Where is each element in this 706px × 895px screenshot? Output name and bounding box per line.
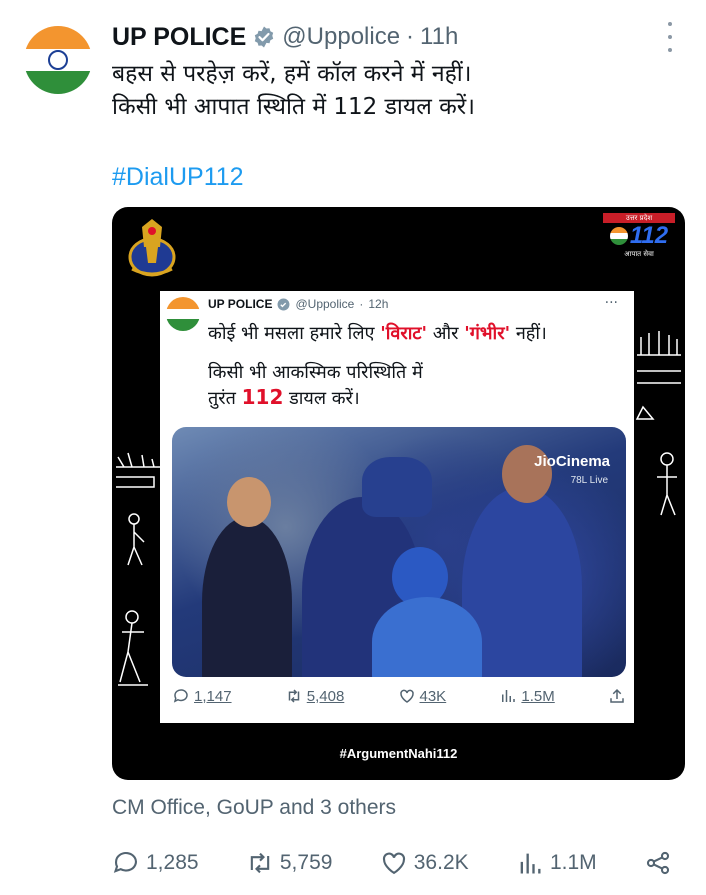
embedded-text-highlight-gambhir: 'गंभीर' [464, 323, 511, 344]
embedded-separator: · [359, 297, 364, 311]
embedded-share-icon [610, 688, 624, 703]
embedded-views: 1.5M [499, 687, 555, 705]
tweet-text-line-2: किसी भी आपात स्थिति में 112 डायल करें। [112, 94, 475, 120]
embedded-views-icon [502, 690, 516, 702]
embedded-text-lines-2-3: किसी भी आकस्मिक परिस्थिति में तुरंत 112 … [208, 361, 423, 411]
embedded-text-line-3: तुरंत 112 डायल करें। [208, 385, 423, 411]
reply-count: 1,285 [146, 851, 199, 874]
embedded-tweet-header: UP POLICE @Uppolice · 12h [208, 297, 388, 311]
like-count: 36.2K [413, 851, 469, 874]
views-count: 1.1M [549, 851, 597, 874]
player-figure [227, 477, 271, 527]
embedded-retweets-count: 5,408 [306, 687, 345, 705]
tweet-text-line-1: बहस से परहेज़ करें, हमें कॉल करने में नह… [112, 61, 472, 87]
embedded-replies: 1,147 [172, 687, 232, 705]
cricket-sketch-right-icon [635, 331, 681, 516]
reply-icon [113, 851, 137, 873]
media-footer-hashtag: #ArgumentNahi112 [339, 746, 458, 761]
embedded-views-count: 1.5M [521, 687, 555, 705]
embedded-likes-count: 43K [419, 687, 447, 705]
heart-icon [382, 852, 405, 875]
tweet-time[interactable]: 11h [420, 23, 458, 51]
social-context-link[interactable]: CM Office, GoUP and 3 others [112, 796, 396, 820]
embedded-text-line-2: किसी भी आकस्मिक परिस्थिति में [208, 362, 423, 383]
cricket-sketch-left-icon [116, 452, 160, 686]
embedded-photo: JioCinema 78L Live [172, 427, 626, 677]
embedded-heart-icon [399, 689, 414, 703]
embedded-tweet-time: 12h [368, 297, 389, 311]
embedded-text-part: डायल करें। [283, 388, 360, 409]
share-icon [646, 851, 670, 875]
embedded-text-part: तुरंत [208, 388, 242, 409]
like-button[interactable]: 36.2K [380, 849, 469, 877]
embedded-retweet-icon [288, 689, 299, 703]
embedded-retweets: 5,408 [285, 687, 345, 705]
embedded-stats-bar: 1,147 5,408 43K 1.5M [172, 687, 626, 705]
player-figure [202, 517, 292, 677]
embedded-verified-icon [278, 298, 290, 310]
embedded-more-icon: ··· [604, 295, 618, 311]
share-button[interactable] [644, 849, 672, 877]
dial-112-logo: उत्तर प्रदेश 112 आपात सेवा [603, 213, 675, 265]
logo-112-number: 112 [629, 222, 669, 249]
embedded-reply-icon [173, 689, 188, 703]
retweet-button[interactable]: 5,759 [246, 849, 333, 877]
retweet-icon [250, 852, 270, 874]
embedded-replies-count: 1,147 [194, 687, 232, 705]
tweet-text: बहस से परहेज़ करें, हमें कॉल करने में नह… [112, 58, 475, 124]
avatar[interactable] [24, 26, 92, 94]
chakra-icon [48, 50, 68, 70]
embedded-likes: 43K [398, 687, 447, 705]
embedded-author-name: UP POLICE [208, 297, 273, 311]
flag-green-band [24, 70, 92, 94]
author-name[interactable]: UP POLICE [112, 23, 246, 52]
embedded-tweet-card: UP POLICE @Uppolice · 12h ··· कोई भी मसल… [160, 291, 634, 723]
jiocinema-watermark: JioCinema [534, 453, 610, 470]
verified-badge-icon [255, 26, 274, 48]
embedded-text-part: और [427, 323, 465, 344]
player-figure [362, 457, 432, 517]
embedded-text-part: कोई भी मसला हमारे लिए [208, 323, 381, 344]
tweet-media[interactable]: उत्तर प्रदेश 112 आपात सेवा UP POLICE @Up… [112, 207, 685, 780]
tweet-action-bar: 1,285 5,759 36.2K 1.1M [112, 846, 672, 880]
tweet-header: UP POLICE @Uppolice · 11h [112, 20, 458, 54]
embedded-text-part: नहीं। [510, 323, 547, 344]
embedded-text-line-1: कोई भी मसला हमारे लिए 'विराट' और 'गंभीर'… [208, 321, 547, 345]
player-figure [372, 597, 482, 677]
author-handle[interactable]: @Uppolice [282, 23, 400, 51]
embedded-text-highlight-112: 112 [241, 385, 284, 409]
up-police-emblem-icon [128, 219, 176, 277]
hashtag-link[interactable]: #DialUP112 [112, 163, 244, 192]
live-viewers-label: 78L Live [570, 475, 608, 486]
india-map-icon [609, 227, 628, 245]
reply-button[interactable]: 1,285 [112, 849, 199, 877]
retweet-count: 5,759 [279, 851, 333, 874]
more-options-icon[interactable] [664, 22, 676, 52]
views-button[interactable]: 1.1M [516, 849, 597, 877]
embedded-text-highlight-virat: 'विराट' [380, 323, 428, 344]
flag-saffron-band [24, 26, 92, 50]
embedded-author-handle: @Uppolice [295, 297, 355, 311]
logo-112-bottom-text: आपात सेवा [624, 250, 654, 258]
separator-dot: · [406, 23, 415, 50]
embedded-avatar [166, 297, 200, 331]
views-icon [520, 853, 541, 874]
